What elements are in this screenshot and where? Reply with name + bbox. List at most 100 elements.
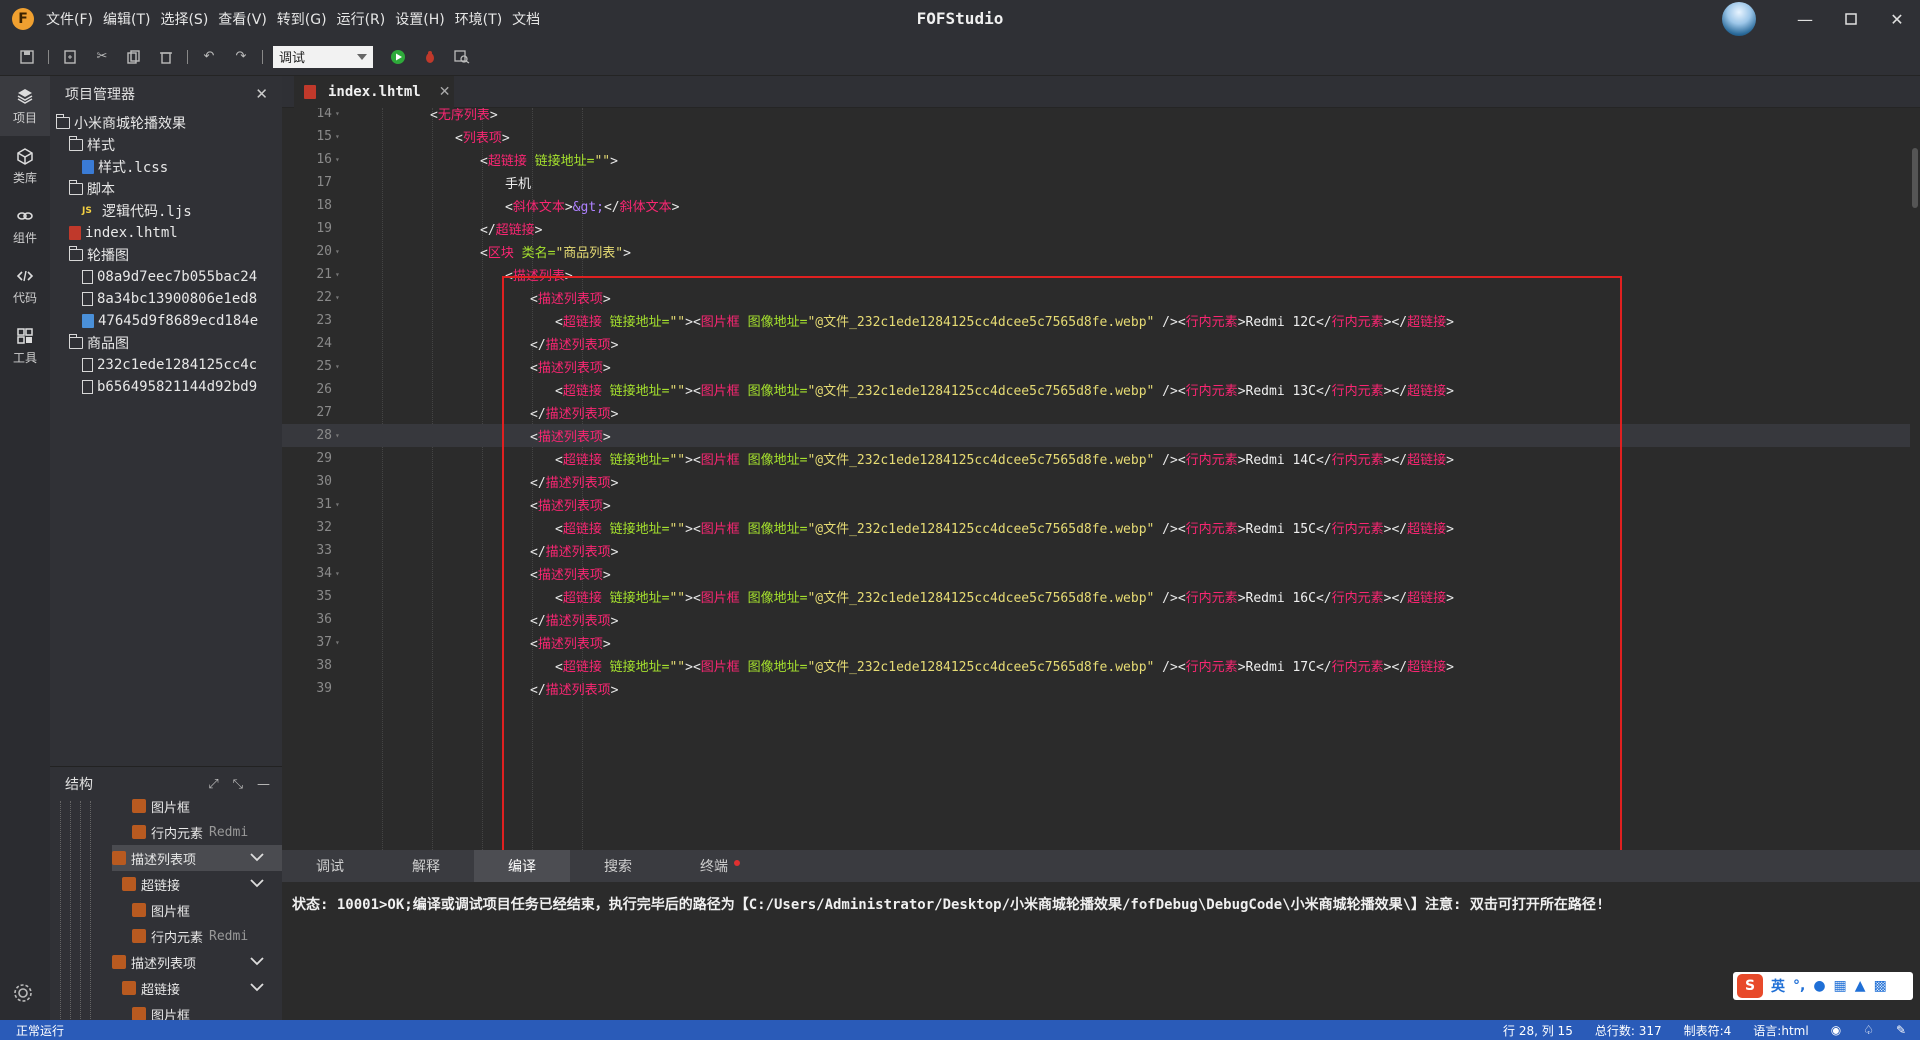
debug-bug-icon[interactable]	[415, 43, 445, 71]
maximize-icon[interactable]	[1828, 0, 1874, 38]
structure-node[interactable]: 超链接	[122, 975, 282, 1001]
fold-chevron-icon[interactable]: ▾	[332, 500, 346, 509]
chevron-down-icon[interactable]	[250, 981, 264, 995]
code-line[interactable]: 36 </描述列表项>	[282, 608, 1910, 631]
bottom-tab[interactable]: 搜索	[570, 850, 666, 882]
fold-chevron-icon[interactable]: ▾	[332, 638, 346, 647]
tree-folder[interactable]: 商品图	[50, 332, 282, 354]
tree-folder[interactable]: 小米商城轮播效果	[50, 112, 282, 134]
activity-item-4[interactable]: 代码	[0, 256, 50, 316]
tree-file[interactable]: JS 逻辑代码.ljs	[50, 200, 282, 222]
code-line[interactable]: 17 手机	[282, 171, 1910, 194]
fold-chevron-icon[interactable]: ▾	[332, 431, 346, 440]
chevron-down-icon[interactable]	[250, 955, 264, 969]
code-line[interactable]: 25 ▾ <描述列表项>	[282, 355, 1910, 378]
microphone-icon[interactable]: ●	[1813, 978, 1825, 994]
scrollbar-thumb[interactable]	[1912, 148, 1918, 208]
user-avatar[interactable]	[1722, 2, 1756, 36]
delete-icon[interactable]	[151, 43, 181, 71]
cut-icon[interactable]: ✂	[87, 43, 117, 71]
close-icon[interactable]: ✕	[1874, 0, 1920, 38]
tree-file[interactable]: 样式.lcss	[50, 156, 282, 178]
menu-item[interactable]: 文档	[510, 7, 542, 31]
save-icon[interactable]	[12, 43, 42, 71]
menu-item[interactable]: 文件(F)	[44, 7, 95, 31]
code-line[interactable]: 30 </描述列表项>	[282, 470, 1910, 493]
gear-icon[interactable]	[12, 982, 34, 1008]
structure-node[interactable]: 图片框	[132, 897, 282, 923]
expand-icon[interactable]: ⤢	[208, 777, 218, 792]
run-mode-select[interactable]: 调试	[273, 45, 373, 68]
code-line[interactable]: 26 <超链接 链接地址=""><图片框 图像地址="@文件_232c1ede12…	[282, 378, 1910, 401]
new-file-icon[interactable]	[55, 43, 85, 71]
punctuation-icon[interactable]: °,	[1793, 978, 1805, 994]
activity-item-5[interactable]: 工具	[0, 316, 50, 376]
tree-folder[interactable]: 脚本	[50, 178, 282, 200]
keyboard-icon[interactable]: ▦	[1834, 978, 1847, 994]
fold-chevron-icon[interactable]: ▾	[332, 155, 346, 164]
cursor-position[interactable]: 行 28, 列 15	[1503, 1022, 1573, 1039]
fold-chevron-icon[interactable]: ▾	[332, 132, 346, 141]
close-icon[interactable]: ✕	[439, 84, 451, 100]
menu-item[interactable]: 选择(S)	[158, 7, 210, 31]
structure-node[interactable]: 图片框	[132, 1001, 282, 1020]
structure-node[interactable]: 描述列表项	[112, 845, 282, 871]
code-line[interactable]: 34 ▾ <描述列表项>	[282, 562, 1910, 585]
tab-index-lhtml[interactable]: index.lhtml ✕	[294, 76, 454, 108]
redo-icon[interactable]: ↷	[226, 43, 256, 71]
activity-item-1[interactable]: 项目	[0, 76, 50, 136]
code-line[interactable]: 23 <超链接 链接地址=""><图片框 图像地址="@文件_232c1ede12…	[282, 309, 1910, 332]
vertical-scrollbar[interactable]	[1910, 108, 1920, 850]
undo-icon[interactable]: ↶	[194, 43, 224, 71]
code-line[interactable]: 38 <超链接 链接地址=""><图片框 图像地址="@文件_232c1ede12…	[282, 654, 1910, 677]
code-line[interactable]: 22 ▾ <描述列表项>	[282, 286, 1910, 309]
currency-icon[interactable]: ◉	[1831, 1023, 1841, 1037]
code-line[interactable]: 14 ▾ <无序列表>	[282, 108, 1910, 125]
fold-chevron-icon[interactable]: ▾	[332, 293, 346, 302]
bell-icon[interactable]: ♤	[1863, 1023, 1874, 1037]
code-line[interactable]: 19 </超链接>	[282, 217, 1910, 240]
code-line[interactable]: 33 </描述列表项>	[282, 539, 1910, 562]
menu-item[interactable]: 设置(H)	[393, 7, 446, 31]
code-line[interactable]: 28 ▾ <描述列表项>	[282, 424, 1910, 447]
code-line[interactable]: 35 <超链接 链接地址=""><图片框 图像地址="@文件_232c1ede12…	[282, 585, 1910, 608]
structure-node[interactable]: 图片框	[132, 793, 282, 819]
minimize-icon[interactable]: —	[1782, 0, 1828, 38]
structure-node[interactable]: 行内元素 Redmi	[132, 819, 282, 845]
bottom-tab[interactable]: 终端	[666, 850, 762, 882]
tree-file[interactable]: index.lhtml	[50, 222, 282, 244]
tab-size[interactable]: 制表符:4	[1684, 1022, 1732, 1039]
code-line[interactable]: 21 ▾ <描述列表>	[282, 263, 1910, 286]
copy-icon[interactable]	[119, 43, 149, 71]
menu-item[interactable]: 编辑(T)	[101, 7, 152, 31]
activity-item-2[interactable]: 类库	[0, 136, 50, 196]
code-line[interactable]: 24 </描述列表项>	[282, 332, 1910, 355]
code-line[interactable]: 31 ▾ <描述列表项>	[282, 493, 1910, 516]
structure-node[interactable]: 描述列表项	[112, 949, 282, 975]
toolbox-icon[interactable]: ▩	[1874, 978, 1887, 994]
notification-icon[interactable]: ✎	[1896, 1023, 1906, 1037]
language-mode[interactable]: 语言:html	[1753, 1022, 1808, 1039]
fold-chevron-icon[interactable]: ▾	[332, 362, 346, 371]
activity-item-3[interactable]: 组件	[0, 196, 50, 256]
collapse-icon[interactable]: ⤡	[233, 777, 243, 792]
menu-item[interactable]: 运行(R)	[335, 7, 388, 31]
skin-icon[interactable]: ▲	[1855, 978, 1866, 994]
ime-mode[interactable]: 英	[1771, 976, 1785, 996]
fold-chevron-icon[interactable]: ▾	[332, 109, 346, 118]
fold-chevron-icon[interactable]: ▾	[332, 247, 346, 256]
tree-file[interactable]: b656495821144d92bd9	[50, 376, 282, 398]
tree-folder[interactable]: 样式	[50, 134, 282, 156]
menu-item[interactable]: 环境(T)	[453, 7, 504, 31]
code-editor[interactable]: 14 ▾ <无序列表> 15 ▾ <列表项> 16 ▾ <超链接 链接地址=""> 17 手机 18 <…	[282, 108, 1910, 850]
bottom-tab[interactable]: 编译	[474, 850, 570, 882]
code-line[interactable]: 16 ▾ <超链接 链接地址="">	[282, 148, 1910, 171]
menu-item[interactable]: 查看(V)	[216, 7, 269, 31]
tree-file[interactable]: 08a9d7eec7b055bac24	[50, 266, 282, 288]
close-icon[interactable]: ✕	[255, 85, 268, 103]
code-line[interactable]: 27 </描述列表项>	[282, 401, 1910, 424]
code-line[interactable]: 39 </描述列表项>	[282, 677, 1910, 700]
ime-toolbar[interactable]: S 英 °, ● ▦ ▲ ▩	[1733, 972, 1913, 1000]
fold-chevron-icon[interactable]: ▾	[332, 569, 346, 578]
code-line[interactable]: 37 ▾ <描述列表项>	[282, 631, 1910, 654]
